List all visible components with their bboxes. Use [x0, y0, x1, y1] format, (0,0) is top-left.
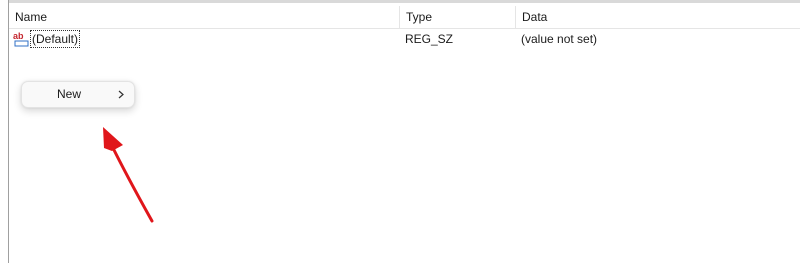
- table-row-default-value[interactable]: ab (Default) REG_SZ (value not set): [9, 29, 800, 49]
- svg-text:ab: ab: [13, 31, 24, 41]
- menu-item-new-label: New: [57, 87, 82, 101]
- column-header-name[interactable]: Name: [9, 6, 400, 28]
- row-data-cell: (value not set): [521, 32, 598, 46]
- column-header-data[interactable]: Data: [516, 6, 800, 28]
- values-list-header: Name Type Data: [9, 6, 800, 29]
- menu-item-new[interactable]: New: [25, 84, 131, 105]
- chevron-right-icon: [118, 90, 124, 99]
- row-name-cell[interactable]: ab (Default): [13, 29, 393, 49]
- pane-top-border: [8, 0, 800, 3]
- row-type-cell: REG_SZ: [405, 32, 454, 46]
- registry-editor-values-pane: Name Type Data ab (Default) REG_SZ (valu…: [0, 0, 800, 263]
- context-menu: New: [21, 81, 135, 108]
- reg-string-ab-icon: ab: [13, 31, 29, 47]
- column-header-type[interactable]: Type: [400, 6, 516, 28]
- row-name-text: (Default): [30, 30, 81, 48]
